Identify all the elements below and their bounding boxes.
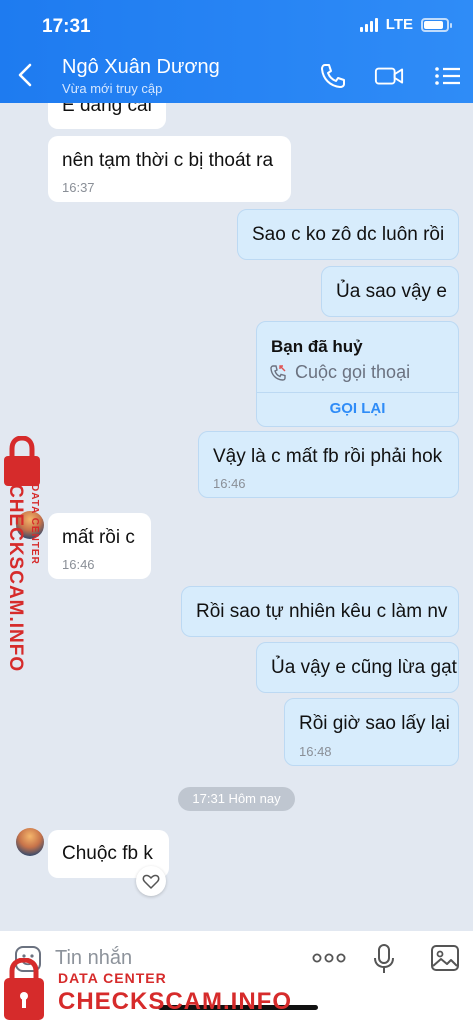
battery-icon [421, 17, 452, 32]
status-time: 17:31 [42, 16, 91, 37]
call-divider [257, 392, 458, 393]
message-bubble-in[interactable]: E đang cài [48, 103, 166, 129]
call-title: Bạn đã huỷ [271, 337, 363, 356]
message-time: 16:48 [299, 744, 332, 759]
message-text: Ủa sao vậy e [336, 281, 447, 302]
contact-status: Vừa mới truy cập [62, 81, 163, 96]
message-text: Chuộc fb k [62, 843, 153, 864]
message-bubble-in[interactable]: mất rồi c 16:46 [48, 513, 151, 579]
chat-header: 17:31 LTE Ngô Xuân Dương Vừa mới truy cậ… [0, 0, 473, 103]
avatar[interactable] [16, 828, 44, 856]
message-bubble-out[interactable]: Rồi giờ sao lấy lại 16:48 [284, 698, 459, 766]
side-watermark-line2: CHECKSCAM.INFO [5, 484, 26, 673]
message-bubble-out[interactable]: Rồi sao tự nhiên kêu c làm nv [181, 586, 459, 637]
message-list[interactable]: E đang cài nên tạm thời c bị thoát ra 16… [0, 103, 473, 931]
side-watermark-line1: DATA CENTER [29, 484, 40, 565]
message-bubble-out[interactable]: Ủa vậy e cũng lừa gạt [256, 642, 459, 693]
options-menu-icon[interactable] [433, 62, 463, 90]
more-options-icon[interactable] [312, 951, 346, 965]
back-arrow-icon[interactable] [14, 60, 38, 90]
message-text: E đang cài [62, 103, 152, 116]
heart-icon [142, 874, 160, 889]
message-text: Vậy là c mất fb rồi phải hok [213, 446, 443, 467]
message-text: Sao c ko zô dc luôn rồi [252, 224, 445, 245]
video-call-icon[interactable] [374, 62, 404, 90]
reaction-button[interactable] [136, 866, 166, 896]
contact-name[interactable]: Ngô Xuân Dương [62, 56, 220, 79]
phone-call-icon[interactable] [318, 62, 348, 90]
date-separator: 17:31 Hôm nay [178, 787, 295, 811]
message-text: mất rồi c [62, 527, 135, 548]
message-text: nên tạm thời c bị thoát ra [62, 150, 274, 171]
watermark-line2: CHECKSCAM.INFO [58, 988, 292, 1015]
call-subtitle: Cuộc gọi thoại [295, 362, 411, 382]
microphone-icon[interactable] [372, 943, 396, 975]
message-time: 16:46 [62, 557, 95, 572]
call-back-button[interactable]: GỌI LẠI [257, 400, 458, 417]
call-card: Bạn đã huỷ Cuộc gọi thoại GỌI LẠI [256, 321, 459, 427]
watermark-line1: DATA CENTER [58, 970, 167, 986]
message-time: 16:46 [213, 476, 246, 491]
missed-call-icon [270, 365, 286, 381]
message-bubble-out[interactable]: Vậy là c mất fb rồi phải hok 16:46 [198, 431, 459, 498]
message-bubble-out[interactable]: Sao c ko zô dc luôn rồi [237, 209, 459, 260]
message-text: Ủa vậy e cũng lừa gạt [271, 657, 457, 678]
image-gallery-icon[interactable] [430, 944, 460, 972]
signal-icon [359, 17, 378, 32]
message-text: Rồi sao tự nhiên kêu c làm nv [196, 601, 448, 622]
network-label: LTE [385, 16, 413, 33]
message-text: Rồi giờ sao lấy lại [299, 713, 450, 734]
message-bubble-out[interactable]: Ủa sao vậy e [321, 266, 459, 317]
message-time: 16:37 [62, 180, 95, 195]
status-indicators: LTE [359, 16, 452, 33]
message-bubble-in[interactable]: nên tạm thời c bị thoát ra 16:37 [48, 136, 291, 202]
